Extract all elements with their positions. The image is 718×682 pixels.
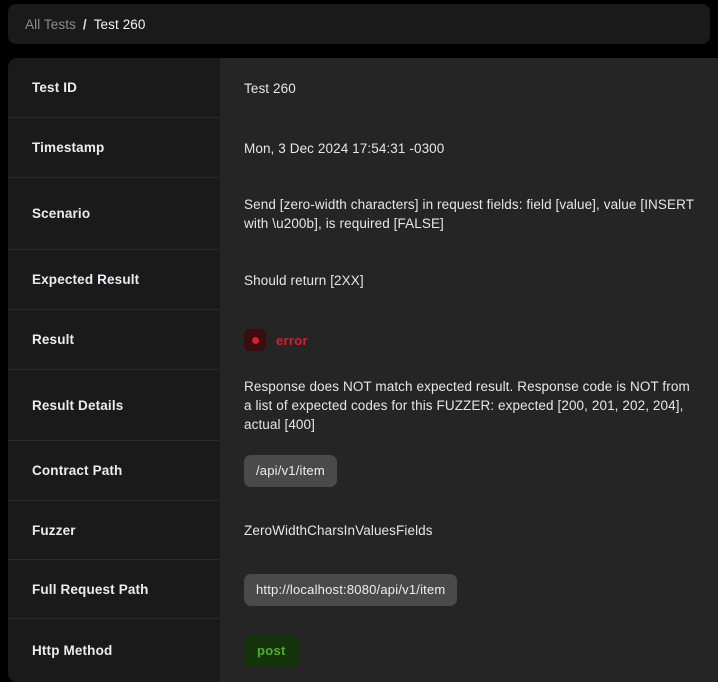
detail-value-http_method: post	[220, 619, 718, 682]
detail-label-text: Scenario	[32, 206, 90, 221]
detail-label-text: Full Request Path	[32, 582, 149, 597]
detail-value-test_id: Test 260	[220, 58, 718, 118]
detail-value-text: Mon, 3 Dec 2024 17:54:31 -0300	[244, 139, 444, 158]
breadcrumb-current-test: Test 260	[94, 17, 146, 32]
http-method-badge: post	[244, 635, 299, 667]
detail-label-fuzzer: Fuzzer	[8, 501, 220, 560]
detail-label-text: Contract Path	[32, 463, 122, 478]
breadcrumb-separator: /	[83, 17, 87, 32]
detail-label-text: Http Method	[32, 643, 112, 658]
path-chip-full_request_path[interactable]: http://localhost:8080/api/v1/item	[244, 574, 457, 606]
detail-label-column: Test ID Timestamp Scenario Expected Result R…	[8, 58, 220, 682]
detail-label-expected_result: Expected Result	[8, 250, 220, 310]
detail-label-scenario: Scenario	[8, 178, 220, 250]
detail-value-text: Response does NOT match expected result.…	[244, 377, 694, 434]
detail-label-test_id: Test ID	[8, 58, 220, 118]
test-detail-table: Test ID Timestamp Scenario Expected Result R…	[8, 58, 718, 682]
detail-label-full_request_path: Full Request Path	[8, 560, 220, 619]
detail-value-text: Should return [2XX]	[244, 271, 364, 290]
detail-value-column: Test 260 Mon, 3 Dec 2024 17:54:31 -0300 Se…	[220, 58, 718, 682]
detail-label-result: Result	[8, 310, 220, 370]
detail-value-contract_path: /api/v1/item	[220, 441, 718, 501]
detail-value-result: error	[220, 310, 718, 370]
test-detail-page: All Tests / Test 260 Test ID Timestamp Sce…	[0, 0, 718, 682]
detail-label-result_details: Result Details	[8, 370, 220, 441]
status-badge-label: error	[276, 331, 308, 350]
detail-label-http_method: Http Method	[8, 619, 220, 682]
detail-label-text: Expected Result	[32, 272, 139, 287]
detail-label-text: Test ID	[32, 80, 77, 95]
detail-value-text: Send [zero-width characters] in request …	[244, 195, 694, 233]
error-dot-icon	[252, 337, 259, 344]
detail-label-timestamp: Timestamp	[8, 118, 220, 178]
detail-label-text: Fuzzer	[32, 523, 76, 538]
error-icon	[244, 329, 266, 351]
detail-value-full_request_path: http://localhost:8080/api/v1/item	[220, 560, 718, 619]
detail-value-fuzzer: ZeroWidthCharsInValuesFields	[220, 501, 718, 560]
breadcrumb: All Tests / Test 260	[8, 4, 710, 44]
detail-label-text: Result Details	[32, 398, 123, 413]
detail-label-text: Result	[32, 332, 74, 347]
status-badge: error	[244, 329, 308, 351]
breadcrumb-link-all-tests[interactable]: All Tests	[25, 17, 76, 32]
detail-value-text: ZeroWidthCharsInValuesFields	[244, 521, 433, 540]
detail-value-text: Test 260	[244, 79, 296, 98]
detail-value-expected_result: Should return [2XX]	[220, 250, 718, 310]
path-chip-contract_path[interactable]: /api/v1/item	[244, 455, 337, 487]
detail-label-text: Timestamp	[32, 140, 104, 155]
detail-value-timestamp: Mon, 3 Dec 2024 17:54:31 -0300	[220, 118, 718, 178]
detail-value-scenario: Send [zero-width characters] in request …	[220, 178, 718, 250]
detail-value-result_details: Response does NOT match expected result.…	[220, 370, 718, 441]
detail-label-contract_path: Contract Path	[8, 441, 220, 501]
